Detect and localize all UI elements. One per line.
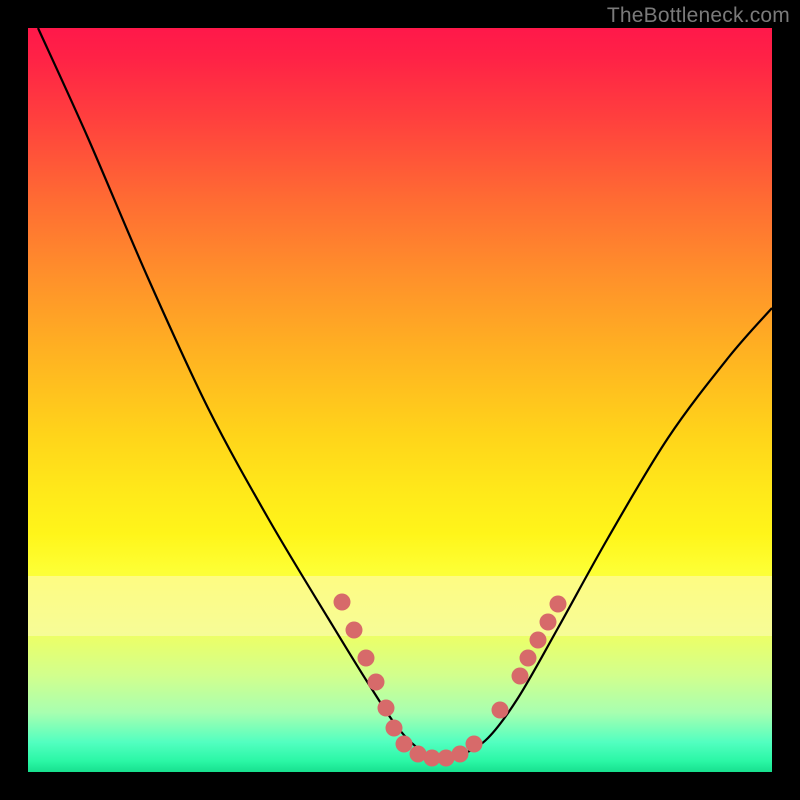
highlight-dot [386, 720, 403, 737]
highlight-dot [520, 650, 537, 667]
highlight-dot [492, 702, 509, 719]
highlight-dot [378, 700, 395, 717]
highlight-dot [452, 746, 469, 763]
chart-frame: TheBottleneck.com [0, 0, 800, 800]
highlight-dot [346, 622, 363, 639]
watermark-text: TheBottleneck.com [607, 4, 790, 28]
curve-layer [28, 28, 772, 772]
highlight-dot [550, 596, 567, 613]
highlight-dot [530, 632, 547, 649]
highlight-dot [512, 668, 529, 685]
highlight-dot [396, 736, 413, 753]
highlight-dot [466, 736, 483, 753]
highlight-dot [368, 674, 385, 691]
bottleneck-curve [38, 28, 772, 758]
highlight-dots-group [334, 594, 567, 767]
highlight-dot [540, 614, 557, 631]
highlight-dot [358, 650, 375, 667]
highlight-dot [334, 594, 351, 611]
